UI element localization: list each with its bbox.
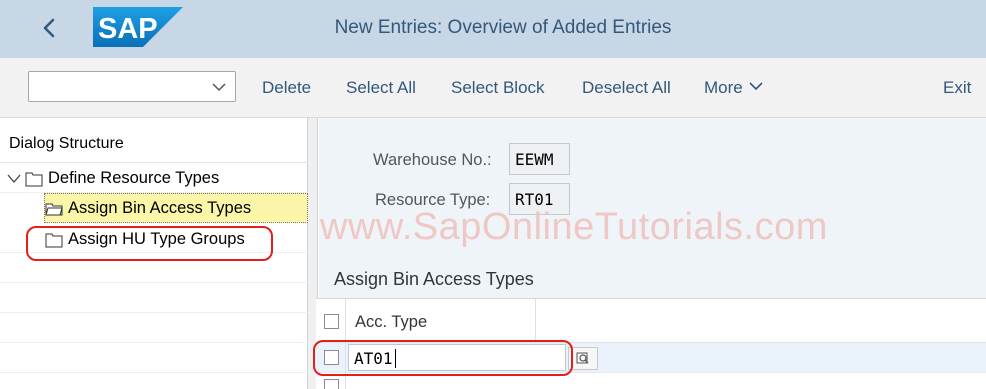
table-row[interactable]: AT01 bbox=[316, 343, 986, 373]
delete-button[interactable]: Delete bbox=[262, 78, 311, 98]
tree-item-label: Assign HU Type Groups bbox=[68, 230, 245, 248]
tree-item-define-resource-types[interactable]: Define Resource Types bbox=[0, 163, 308, 193]
tree-item-selected-highlight[interactable]: Assign Bin Access Types bbox=[44, 193, 308, 223]
deselect-all-button[interactable]: Deselect All bbox=[582, 78, 671, 98]
tree-empty-row bbox=[0, 283, 308, 313]
select-all-button[interactable]: Select All bbox=[346, 78, 416, 98]
warehouse-no-field: EEWM bbox=[509, 143, 570, 175]
chevron-down-icon bbox=[212, 83, 226, 92]
select-all-checkbox[interactable] bbox=[324, 314, 339, 329]
bin-access-types-table: Acc. Type AT01 bbox=[316, 298, 986, 389]
row-checkbox[interactable] bbox=[324, 379, 339, 389]
row-checkbox[interactable] bbox=[324, 350, 339, 365]
page-title: New Entries: Overview of Added Entries bbox=[334, 17, 672, 38]
table-title: Assign Bin Access Types bbox=[334, 269, 534, 289]
table-header-row: Acc. Type bbox=[316, 299, 986, 343]
table-row[interactable] bbox=[316, 373, 986, 389]
folder-icon bbox=[45, 233, 63, 248]
tree-empty-row bbox=[0, 343, 308, 373]
tree-item-label: Define Resource Types bbox=[48, 169, 220, 187]
folder-open-icon bbox=[45, 203, 63, 216]
tree-empty-row bbox=[0, 313, 308, 343]
column-header-label: Acc. Type bbox=[355, 313, 428, 331]
chevron-down-icon[interactable] bbox=[7, 174, 21, 184]
row-selector[interactable] bbox=[316, 343, 346, 373]
folder-open-icon bbox=[25, 172, 43, 187]
row-selector[interactable] bbox=[316, 373, 346, 389]
acc-type-input[interactable]: AT01 bbox=[348, 344, 598, 371]
tree-item-assign-hu-type-groups[interactable]: Assign HU Type Groups bbox=[0, 223, 308, 253]
tree-empty-row bbox=[0, 253, 308, 283]
more-menu-button[interactable]: More bbox=[704, 78, 763, 98]
watermark: www.SapOnlineTutorials.com bbox=[320, 206, 828, 248]
value-help-icon bbox=[576, 352, 589, 364]
value-help-button[interactable] bbox=[568, 347, 598, 370]
toolbar: Delete Select All Select Block Deselect … bbox=[0, 58, 986, 118]
text-cursor bbox=[395, 349, 396, 368]
chevron-down-icon bbox=[749, 82, 763, 91]
shell-header: SAP New Entries: Overview of Added Entri… bbox=[0, 0, 986, 58]
warehouse-no-label: Warehouse No.: bbox=[373, 151, 492, 169]
select-all-cell[interactable] bbox=[316, 299, 346, 343]
exit-button[interactable]: Exit bbox=[943, 78, 971, 98]
dialog-structure-pane: Dialog Structure Define Resource Types A… bbox=[0, 118, 308, 389]
tree-item-label: Assign Bin Access Types bbox=[68, 199, 252, 217]
command-dropdown[interactable] bbox=[28, 71, 236, 102]
acc-type-value: AT01 bbox=[354, 349, 393, 368]
more-menu-label: More bbox=[704, 78, 743, 97]
dialog-structure-title: Dialog Structure bbox=[9, 135, 124, 152]
dialog-structure-header: Dialog Structure bbox=[0, 118, 308, 163]
column-header-acc-type[interactable]: Acc. Type bbox=[346, 299, 536, 343]
select-block-button[interactable]: Select Block bbox=[451, 78, 545, 98]
